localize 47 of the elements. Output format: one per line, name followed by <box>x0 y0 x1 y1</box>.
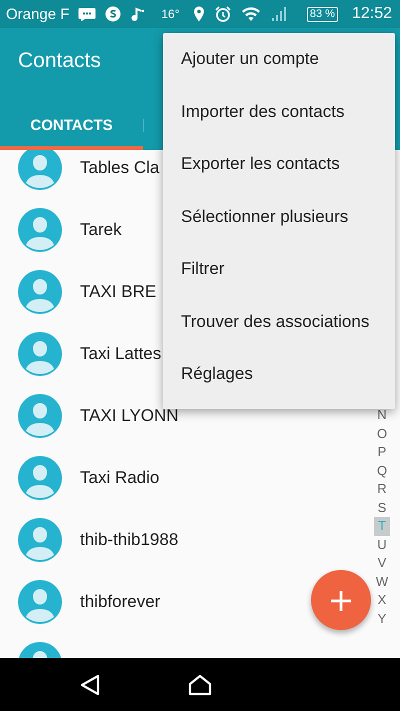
message-icon <box>78 7 96 21</box>
avatar-icon <box>18 580 62 624</box>
index-letter[interactable]: O <box>374 424 390 443</box>
battery-indicator: 83 % <box>306 6 338 22</box>
alarm-icon <box>214 6 231 22</box>
menu-item[interactable]: Trouver des associations <box>163 302 395 354</box>
menu-item[interactable]: Exporter les contacts <box>163 144 395 196</box>
home-icon <box>188 674 212 696</box>
index-letter[interactable]: S <box>374 498 390 517</box>
app-title: Contacts <box>17 48 101 74</box>
contact-name[interactable]: thibforever <box>80 592 160 612</box>
carrier-name: Orange F <box>6 6 70 22</box>
index-letter[interactable]: X <box>374 591 390 610</box>
index-letter[interactable]: N <box>374 406 390 424</box>
wifi-icon <box>240 6 261 22</box>
index-letter[interactable]: W <box>374 572 390 591</box>
contact-name[interactable]: Taxi Lattes <box>80 344 162 364</box>
avatar-icon <box>18 270 62 314</box>
avatar-icon <box>18 518 62 562</box>
temperature: 16° <box>161 7 180 21</box>
contact-name[interactable]: Tables Cla <box>80 158 160 178</box>
menu-item[interactable]: Sélectionner plusieurs <box>163 196 395 249</box>
index-letter[interactable]: P <box>374 443 390 462</box>
contact-name[interactable]: Tarek <box>80 220 122 240</box>
index-letter[interactable]: Q <box>374 462 390 480</box>
menu-item[interactable]: Filtrer <box>163 249 395 302</box>
contact-name[interactable]: TAXI BRE <box>80 282 156 302</box>
avatar-icon <box>18 150 62 190</box>
clock: 12:52 <box>352 5 392 23</box>
contact-name[interactable]: Taxi Radio <box>80 468 160 488</box>
avatar-icon <box>18 456 62 500</box>
avatar-icon <box>18 394 62 438</box>
music-note-icon <box>130 6 146 22</box>
location-icon <box>192 6 205 22</box>
signal-icon <box>270 6 287 22</box>
menu-item[interactable]: Importer des contacts <box>163 92 395 144</box>
index-letter[interactable]: Y <box>374 610 390 628</box>
menu-item[interactable]: Réglages <box>163 354 395 406</box>
index-letter[interactable]: R <box>374 480 390 498</box>
avatar-icon <box>18 208 62 252</box>
index-letter[interactable]: U <box>374 536 390 554</box>
menu-item[interactable]: Ajouter un compte <box>163 39 395 92</box>
index-letter[interactable]: V <box>374 554 390 572</box>
avatar-icon <box>18 332 62 376</box>
back-icon <box>80 674 100 696</box>
contact-name[interactable]: thib-thib1988 <box>80 530 178 550</box>
contact-name[interactable]: TAXI LYONN <box>80 406 179 426</box>
